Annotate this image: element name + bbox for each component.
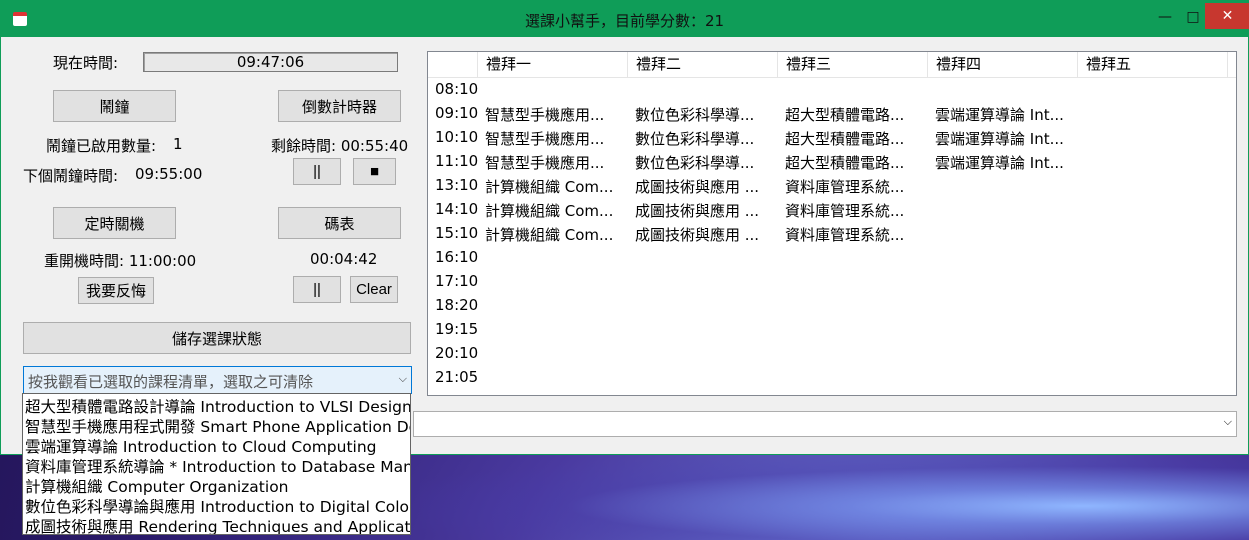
stopwatch-pause-button[interactable]: || <box>293 276 341 303</box>
schedule-header: 禮拜一 禮拜二 禮拜三 禮拜四 禮拜五 <box>428 52 1236 78</box>
course-cell[interactable]: 超大型積體電路... <box>785 152 904 173</box>
course-cell[interactable]: 計算機組織 Com... <box>485 176 613 197</box>
clock-display: 09:47:06 <box>143 52 398 72</box>
day-header[interactable]: 禮拜五 <box>1078 52 1228 77</box>
time-slot-label: 13:10 <box>435 176 479 194</box>
window-title: 選課小幫手，目前學分數：21 <box>524 12 725 30</box>
course-cell[interactable]: 資料庫管理系統... <box>785 200 904 221</box>
course-cell[interactable]: 雲端運算導論 Int... <box>935 128 1064 149</box>
course-option[interactable]: 雲端運算導論 Introduction to Cloud Computing <box>25 435 377 457</box>
alarm-count-value: 1 <box>173 135 183 153</box>
time-slot-label: 11:10 <box>435 152 479 170</box>
course-option[interactable]: 超大型積體電路設計導論 Introduction to VLSI Design <box>25 395 410 417</box>
day-header[interactable]: 禮拜三 <box>778 52 928 77</box>
time-slot-label: 17:10 <box>435 272 479 290</box>
countdown-remaining: 剩餘時間: 00:55:40 <box>271 137 409 155</box>
chevron-down-icon: ⌵ <box>1223 415 1232 428</box>
course-cell[interactable]: 資料庫管理系統... <box>785 224 904 245</box>
course-option[interactable]: 智慧型手機應用程式開發 Smart Phone Application Deve… <box>25 415 410 437</box>
course-option[interactable]: 成圖技術與應用 Rendering Techniques and Applica… <box>25 515 410 534</box>
maximize-button[interactable]: □ <box>1179 5 1207 29</box>
dropdown-placeholder: 按我觀看已選取的課程清單，選取之可清除 <box>28 373 314 391</box>
stopwatch-clear-button[interactable]: Clear <box>350 276 398 303</box>
alarm-button[interactable]: 鬧鐘 <box>53 90 176 122</box>
stopwatch-button[interactable]: 碼表 <box>278 207 401 239</box>
course-cell[interactable]: 計算機組織 Com... <box>485 224 613 245</box>
course-option[interactable]: 計算機組織 Computer Organization <box>25 475 289 497</box>
course-list-popup[interactable]: 超大型積體電路設計導論 Introduction to VLSI Design … <box>22 393 411 535</box>
chevron-down-icon: ⌵ <box>398 372 407 385</box>
course-cell[interactable]: 超大型積體電路... <box>785 128 904 149</box>
next-alarm-label: 下個鬧鐘時間: <box>23 167 119 185</box>
clock-label: 現在時間: <box>53 54 119 72</box>
app-window: 選課小幫手，目前學分數：21 — □ ✕ 現在時間: 09:47:06 鬧鐘 倒… <box>0 0 1249 455</box>
time-slot-label: 19:15 <box>435 320 479 338</box>
next-alarm-value: 09:55:00 <box>135 165 203 183</box>
time-slot-label: 10:10 <box>435 128 479 146</box>
minimize-button[interactable]: — <box>1151 5 1179 29</box>
day-header[interactable]: 禮拜一 <box>478 52 628 77</box>
time-slot-label: 09:10 <box>435 104 479 122</box>
stopwatch-value: 00:04:42 <box>310 250 378 268</box>
restart-time: 重開機時間: 11:00:00 <box>44 252 197 270</box>
countdown-stop-button[interactable]: ■ <box>353 158 396 185</box>
course-cell[interactable]: 成圖技術與應用 ... <box>635 176 759 197</box>
day-header[interactable]: 禮拜四 <box>928 52 1078 77</box>
time-slot-label: 14:10 <box>435 200 479 218</box>
time-slot-label: 18:20 <box>435 296 479 314</box>
time-slot-label: 21:05 <box>435 368 479 386</box>
time-slot-label: 15:10 <box>435 224 479 242</box>
countdown-button[interactable]: 倒數計時器 <box>278 90 401 122</box>
course-cell[interactable]: 數位色彩科學導... <box>635 104 754 125</box>
course-cell[interactable]: 成圖技術與應用 ... <box>635 200 759 221</box>
course-cell[interactable]: 數位色彩科學導... <box>635 152 754 173</box>
cancel-shutdown-button[interactable]: 我要反悔 <box>78 277 154 304</box>
shutdown-timer-button[interactable]: 定時關機 <box>53 207 176 239</box>
course-cell[interactable]: 智慧型手機應用... <box>485 104 604 125</box>
course-cell[interactable]: 智慧型手機應用... <box>485 152 604 173</box>
save-selection-button[interactable]: 儲存選課狀態 <box>23 322 411 354</box>
course-cell[interactable]: 計算機組織 Com... <box>485 200 613 221</box>
course-cell[interactable]: 資料庫管理系統... <box>785 176 904 197</box>
course-cell[interactable]: 雲端運算導論 Int... <box>935 104 1064 125</box>
day-header[interactable]: 禮拜二 <box>628 52 778 77</box>
course-cell[interactable]: 成圖技術與應用 ... <box>635 224 759 245</box>
time-slot-label: 16:10 <box>435 248 479 266</box>
time-slot-label: 20:10 <box>435 344 479 362</box>
course-cell[interactable]: 超大型積體電路... <box>785 104 904 125</box>
close-button[interactable]: ✕ <box>1205 3 1249 29</box>
course-cell[interactable]: 智慧型手機應用... <box>485 128 604 149</box>
course-option[interactable]: 數位色彩科學導論與應用 Introduction to Digital Colo… <box>25 495 410 517</box>
course-cell[interactable]: 雲端運算導論 Int... <box>935 152 1064 173</box>
countdown-pause-button[interactable]: || <box>293 158 341 185</box>
header-corner <box>428 52 478 77</box>
course-cell[interactable]: 數位色彩科學導... <box>635 128 754 149</box>
selected-courses-dropdown[interactable]: 按我觀看已選取的課程清單，選取之可清除 ⌵ <box>23 366 412 394</box>
schedule-grid[interactable]: 禮拜一 禮拜二 禮拜三 禮拜四 禮拜五 08:10 09:10 智慧型手機應用...… <box>427 51 1237 396</box>
time-slot-label: 08:10 <box>435 80 479 98</box>
secondary-dropdown[interactable]: ⌵ <box>413 411 1237 437</box>
desktop-wallpaper <box>420 455 1249 540</box>
alarm-count-label: 鬧鐘已啟用數量: <box>46 137 157 155</box>
course-option[interactable]: 資料庫管理系統導論 * Introduction to Database Man… <box>25 455 410 477</box>
title-bar[interactable]: 選課小幫手，目前學分數：21 — □ ✕ <box>1 1 1249 37</box>
